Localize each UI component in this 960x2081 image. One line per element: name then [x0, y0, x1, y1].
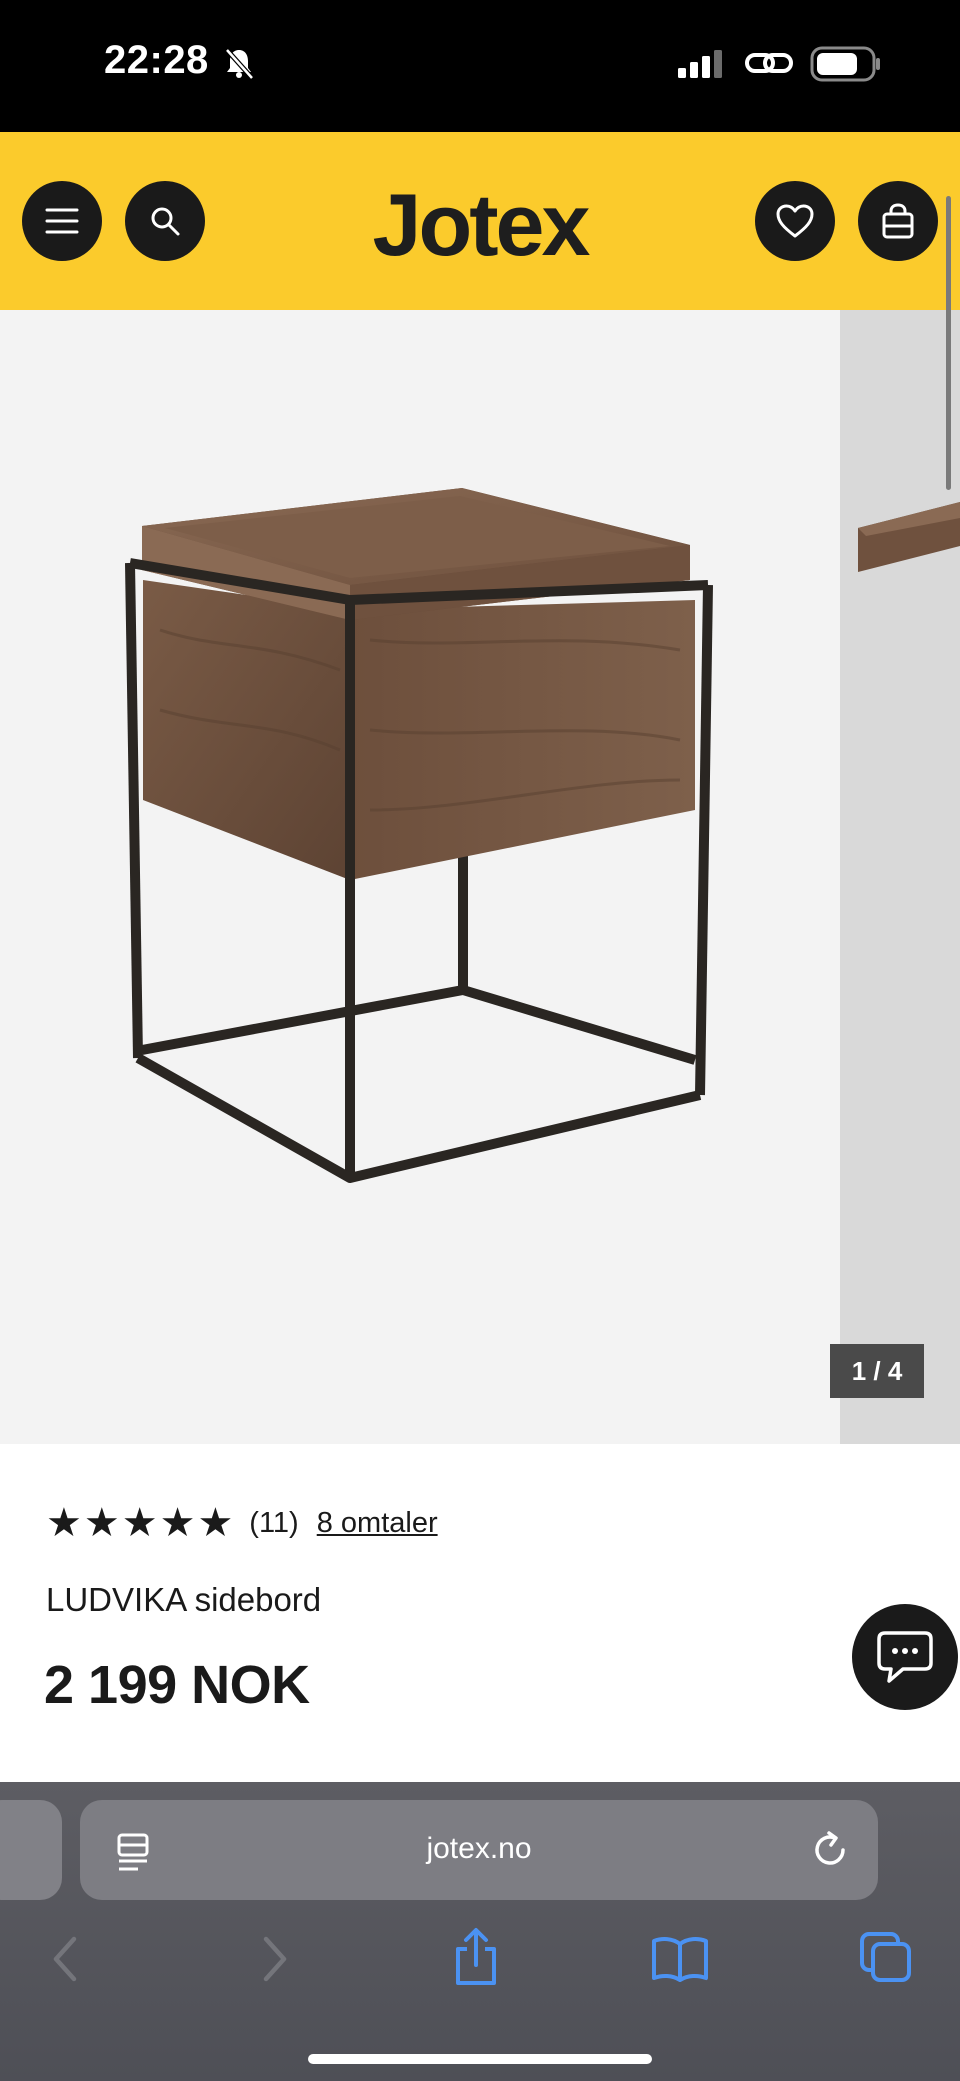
next-product-image: [858, 502, 960, 572]
star-icon: ★: [121, 1501, 158, 1545]
battery-icon: [810, 46, 880, 82]
bookmarks-icon[interactable]: [650, 1934, 710, 1982]
site-header: Jotex: [0, 132, 960, 310]
product-title: LUDVIKA sidebord: [46, 1581, 322, 1618]
heart-icon: [776, 204, 814, 238]
forward-icon[interactable]: [254, 1934, 294, 1984]
share-icon[interactable]: [450, 1927, 502, 1987]
star-icon: ★: [46, 1501, 82, 1545]
chat-bubble-icon: [877, 1631, 933, 1683]
back-icon[interactable]: [46, 1934, 86, 1984]
browser-toolbar: jotex.no: [0, 1782, 960, 2081]
chat-button[interactable]: [852, 1604, 958, 1710]
home-indicator[interactable]: [308, 2054, 652, 2064]
star-icon: ★: [83, 1501, 120, 1545]
cart-button[interactable]: [858, 181, 938, 261]
page-scroll-indicator: [946, 196, 951, 490]
product-image-gallery[interactable]: 1 / 4: [0, 310, 960, 1444]
star-icon: ★: [159, 1501, 196, 1545]
tabs-icon[interactable]: [858, 1930, 914, 1984]
rating-count: (11): [249, 1506, 299, 1539]
reload-icon[interactable]: [810, 1830, 850, 1870]
star-rating: ★★★★★: [46, 1500, 235, 1546]
image-counter: 1 / 4: [830, 1344, 924, 1398]
bell-muted-icon: [225, 48, 254, 80]
shopping-bag-icon: [882, 203, 914, 239]
star-icon: ★: [197, 1501, 234, 1545]
wishlist-button[interactable]: [755, 181, 835, 261]
url-text[interactable]: jotex.no: [80, 1832, 878, 1866]
status-time: 22:28: [104, 38, 209, 82]
status-bar: 22:28: [0, 0, 960, 132]
personal-hotspot-icon: [745, 53, 793, 73]
reviews-link[interactable]: 8 omtaler: [317, 1507, 438, 1540]
previous-tab[interactable]: [0, 1800, 62, 1900]
next-image-peek[interactable]: [840, 310, 960, 1444]
product-price: 2 199 NOK: [44, 1655, 310, 1715]
product-image[interactable]: [0, 310, 840, 1444]
product-rating: ★★★★★ (11) 8 omtaler: [46, 1500, 438, 1546]
address-bar[interactable]: jotex.no: [80, 1800, 878, 1900]
cellular-signal-icon: [678, 50, 722, 78]
